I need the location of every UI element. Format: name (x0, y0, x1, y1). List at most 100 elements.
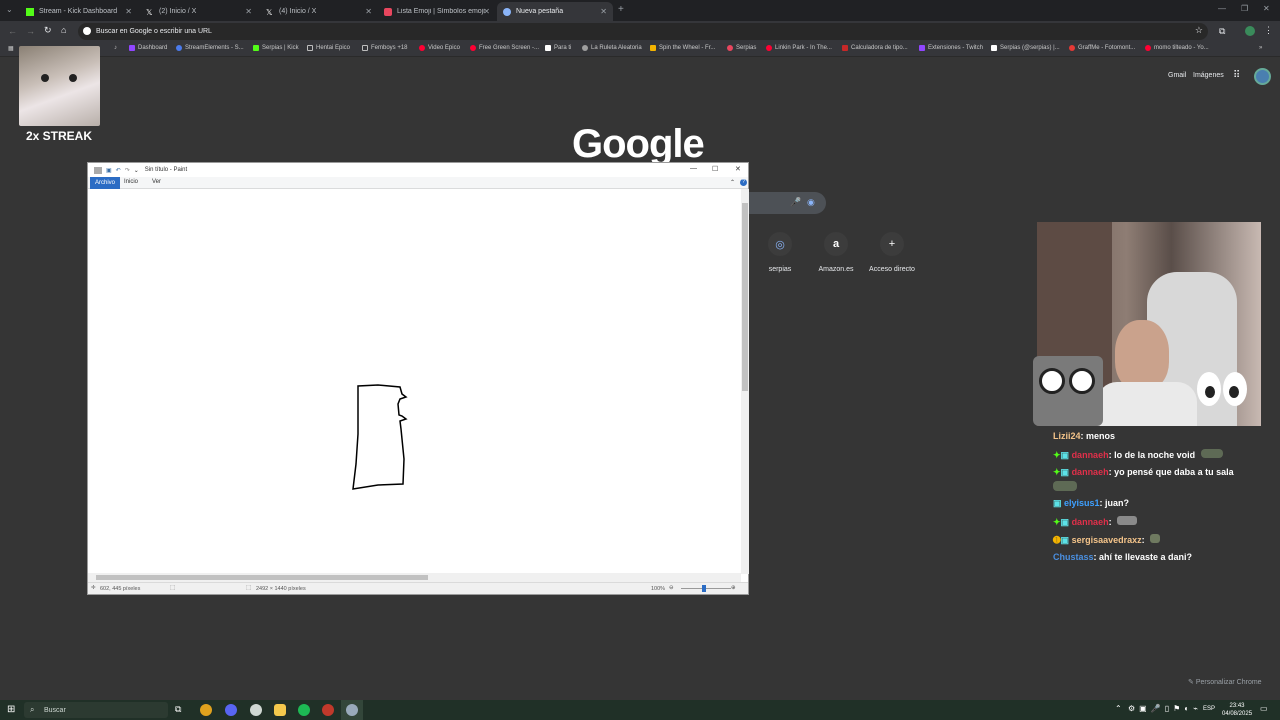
close-icon[interactable]: ✕ (600, 7, 607, 16)
bookmark-item[interactable]: Femboys +18 (362, 45, 408, 51)
excel-icon[interactable] (322, 704, 334, 716)
bookmark-item[interactable]: momo tilteado - Yo... (1145, 45, 1209, 51)
canvas-size-icon: ⬚ (246, 585, 252, 591)
close-icon[interactable]: ✕ (245, 7, 252, 16)
bookmark-item[interactable]: Calculadora de tipo... (842, 45, 908, 51)
close-window-icon[interactable]: ✕ (1263, 4, 1270, 13)
shortcut-add[interactable]: + Acceso directo (862, 232, 922, 273)
tab-label: Lista Emoji | Símbolos emoji ... (397, 8, 485, 15)
zoom-in-icon[interactable]: ⊕ (731, 585, 736, 591)
bookmark-item[interactable]: Para ti (545, 45, 571, 51)
zoom-slider[interactable] (681, 585, 731, 592)
task-view-icon[interactable]: ⧉ (175, 704, 181, 715)
bookmark-item[interactable]: Video Epico (419, 45, 460, 51)
maximize-icon[interactable]: ☐ (712, 165, 718, 173)
bookmark-item[interactable]: StreamElements - S... (176, 45, 244, 51)
bookmark-item[interactable]: Extensiones - Twitch (919, 45, 983, 51)
bookmark-item[interactable]: Linkin Park - In The... (766, 45, 832, 51)
close-icon[interactable]: ✕ (365, 7, 372, 16)
language-indicator[interactable]: ESP (1203, 706, 1215, 712)
bookmark-item[interactable]: Dashboard (129, 45, 167, 51)
redo-icon[interactable]: ↷ (125, 167, 130, 174)
tab-ver[interactable]: Ver (152, 179, 161, 185)
more-bookmarks-icon[interactable]: » (1259, 45, 1262, 51)
add-icon: + (880, 232, 904, 256)
apps-icon[interactable]: ▦ (8, 45, 14, 52)
undo-icon[interactable]: ↶ (116, 167, 121, 174)
emote (1150, 534, 1161, 543)
paint-task-button[interactable] (341, 700, 363, 720)
minimize-icon[interactable]: — (1218, 4, 1226, 13)
tab-x-inicio-4[interactable]: 𝕏 (4) Inicio / X ✕ (260, 2, 378, 21)
extensions-icon[interactable]: ⧉ (1219, 26, 1225, 37)
windows-start-icon[interactable]: ⊞ (7, 704, 15, 715)
lens-icon[interactable]: ◉ (807, 197, 815, 208)
scrollbar-thumb[interactable] (742, 203, 748, 391)
microphone-icon[interactable]: 🎤 (790, 197, 801, 208)
tab-search-icon[interactable]: ⌄ (6, 5, 13, 14)
bookmark-item[interactable]: Serpias (727, 45, 756, 51)
tab-nueva-pestana[interactable]: Nueva pestaña ✕ (497, 2, 613, 21)
bookmark-item[interactable]: GraffMe - Fotomont... (1069, 45, 1135, 51)
chat-user: Lizii24 (1053, 431, 1081, 441)
bookmark-star-icon[interactable]: ☆ (1195, 25, 1203, 36)
bookmark-item[interactable]: Spin the Wheel - Fr... (650, 45, 715, 51)
bookmark-item[interactable]: Serpias (@serpias) |... (991, 45, 1060, 51)
chat-text: : (1141, 535, 1145, 545)
tray-overflow-icon[interactable]: ⌃ (1115, 704, 1122, 713)
bookmark-item[interactable]: Hentai Epico (307, 45, 350, 51)
zoom-slider-thumb[interactable] (702, 585, 706, 592)
shortcut-serpias[interactable]: ◎ serpias (750, 232, 810, 273)
paint-canvas[interactable] (88, 189, 742, 574)
home-icon[interactable]: ⌂ (61, 25, 66, 35)
file-explorer-icon[interactable] (274, 704, 286, 716)
vertical-scrollbar[interactable] (741, 189, 749, 574)
sync-icon[interactable] (1245, 26, 1255, 36)
obs-icon[interactable] (250, 704, 262, 716)
google-apps-icon[interactable]: ⠿ (1233, 70, 1240, 81)
ribbon-collapse-icon[interactable]: ⌃ (730, 179, 735, 186)
zoom-out-icon[interactable]: ⊖ (669, 585, 674, 591)
shortcut-amazon[interactable]: a Amazon.es (806, 232, 866, 273)
tab-lista-emoji[interactable]: Lista Emoji | Símbolos emoji ... ✕ (378, 2, 496, 21)
chrome-icon[interactable] (200, 704, 212, 716)
tiktok-icon[interactable]: ♪ (114, 45, 117, 51)
close-icon[interactable]: ✕ (125, 7, 132, 16)
gmail-link[interactable]: Gmail (1168, 72, 1186, 79)
spotify-icon[interactable] (298, 704, 310, 716)
tab-archivo[interactable]: Archivo (90, 177, 121, 189)
bookmark-item[interactable]: Serpias | Kick (253, 45, 299, 51)
tab-kick-dashboard[interactable]: Stream - Kick Dashboard ✕ (20, 2, 138, 21)
close-icon[interactable]: ✕ (735, 165, 741, 173)
menu-dots-icon[interactable]: ⋮ (1264, 25, 1273, 36)
streamer-head (1115, 320, 1169, 390)
reload-icon[interactable]: ↻ (44, 25, 52, 36)
notifications-icon[interactable]: ▭ (1260, 704, 1268, 713)
tray-icons[interactable]: ⚙▣🎤▯⚑◐⌁ (1128, 704, 1202, 713)
bookmark-item[interactable]: La Ruleta Aleatoria (582, 45, 642, 51)
google-search-box[interactable]: 🎤 ◉ (740, 192, 826, 214)
close-icon[interactable]: ✕ (483, 7, 490, 16)
tab-inicio[interactable]: Inicio (124, 179, 138, 185)
save-icon[interactable]: ▣ (106, 167, 112, 174)
qat-dropdown-icon[interactable]: ⌄ (134, 167, 139, 174)
tab-x-inicio-2[interactable]: 𝕏 (2) Inicio / X ✕ (140, 2, 258, 21)
bookmark-item[interactable]: Free Green Screen -... (470, 45, 539, 51)
back-icon[interactable]: ← (8, 26, 17, 36)
images-link[interactable]: Imágenes (1193, 72, 1224, 79)
taskbar-search[interactable]: ⌕ Buscar (24, 702, 168, 718)
omnibox[interactable]: Buscar en Google o escribir una URL ☆ (78, 23, 1208, 40)
help-icon[interactable]: ? (740, 179, 747, 186)
discord-icon[interactable] (225, 704, 237, 716)
profile-avatar[interactable] (1254, 68, 1271, 85)
forward-icon[interactable]: → (26, 26, 35, 36)
minimize-icon[interactable]: — (690, 165, 697, 172)
scrollbar-thumb[interactable] (96, 575, 428, 580)
restore-icon[interactable]: ❐ (1241, 4, 1248, 13)
horizontal-scrollbar[interactable] (88, 573, 741, 582)
cat-eye (69, 74, 77, 82)
new-tab-icon[interactable]: + (618, 4, 624, 15)
clock[interactable]: 23:43 04/08/2025 (1222, 702, 1252, 718)
google-g-icon (83, 27, 91, 35)
customize-chrome-button[interactable]: ✎ Personalizar Chrome (1188, 678, 1262, 686)
